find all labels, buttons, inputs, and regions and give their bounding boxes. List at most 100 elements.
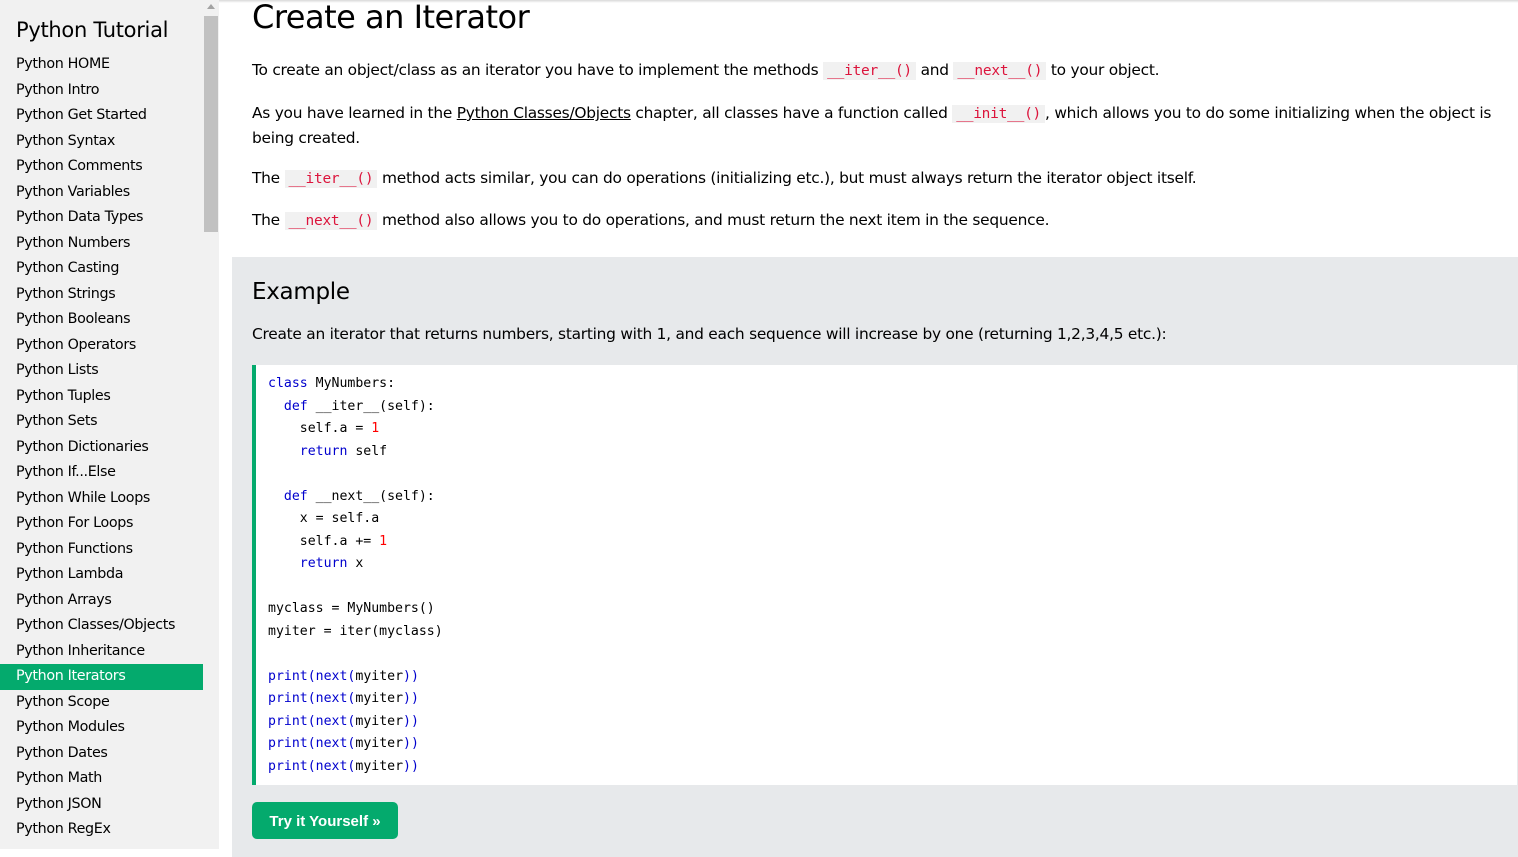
code-block: class MyNumbers: def __iter__(self): sel… <box>252 365 1517 785</box>
sidebar-item-modules[interactable]: Python Modules <box>0 715 203 741</box>
keyword: def <box>283 488 308 504</box>
keyword: next <box>315 758 348 774</box>
code-text: myiter <box>355 691 404 706</box>
code-line: myclass = MyNumbers() <box>268 598 443 621</box>
keyword: print <box>268 758 308 774</box>
paragraph-2: As you have learned in the Python Classe… <box>252 101 1512 150</box>
p2-text: As you have learned in the <box>252 104 457 122</box>
next-code: __next__() <box>284 212 378 230</box>
sidebar-item-tuples[interactable]: Python Tuples <box>0 384 203 410</box>
code-line: def __next__(self): <box>268 486 443 509</box>
sidebar-item-variables[interactable]: Python Variables <box>0 180 203 206</box>
sidebar-item-while-loops[interactable]: Python While Loops <box>0 486 203 512</box>
code-text: self.a += <box>299 533 380 549</box>
keyword: def <box>283 398 308 414</box>
p3-text-end: method acts similar, you can do operatio… <box>377 169 1197 187</box>
code-lines: class MyNumbers: def __iter__(self): sel… <box>268 373 443 778</box>
p4-text: The <box>252 211 285 229</box>
code-text: MyNumbers: <box>307 376 396 391</box>
code-line: def __iter__(self): <box>268 396 443 419</box>
try-it-yourself-button[interactable]: Try it Yourself » <box>252 802 398 839</box>
example-description: Create an iterator that returns numbers,… <box>252 325 1167 343</box>
sidebar-item-casting[interactable]: Python Casting <box>0 256 203 282</box>
p1-text: To create an object/class as an iterator… <box>252 61 824 79</box>
sidebar-nav: Python HOME Python Intro Python Get Star… <box>0 52 203 843</box>
keyword: print <box>268 668 308 684</box>
code-line: return self <box>268 441 443 464</box>
keyword: next <box>315 668 348 684</box>
keyword: next <box>315 736 348 751</box>
code-line: self.a += 1 <box>268 531 443 554</box>
code-text: myclass = MyNumbers() <box>268 601 435 616</box>
code-line: class MyNumbers: <box>268 373 443 396</box>
code-text: self.a = <box>299 421 372 436</box>
code-text: myiter <box>355 713 404 729</box>
sidebar-item-booleans[interactable]: Python Booleans <box>0 307 203 333</box>
example-heading: Example <box>252 279 350 305</box>
sidebar-item-strings[interactable]: Python Strings <box>0 282 203 308</box>
next-code: __next__() <box>953 62 1047 80</box>
sidebar-item-for-loops[interactable]: Python For Loops <box>0 511 203 537</box>
code-text: __next__(self): <box>307 488 435 504</box>
keyword: next <box>315 691 348 706</box>
keyword: return <box>299 556 348 571</box>
sidebar-item-dates[interactable]: Python Dates <box>0 741 203 767</box>
code-line: print(next(myiter)) <box>268 758 419 774</box>
main-content: Create an Iterator To create an object/c… <box>219 0 1518 857</box>
keyword: next <box>315 713 348 729</box>
sidebar-item-functions[interactable]: Python Functions <box>0 537 203 563</box>
sidebar-item-json[interactable]: Python JSON <box>0 792 203 818</box>
code-text: myiter <box>355 736 404 751</box>
p2-text-mid: chapter, all classes have a function cal… <box>630 104 953 122</box>
sidebar-item-regex[interactable]: Python RegEx <box>0 817 203 843</box>
sidebar-item-if-else[interactable]: Python If...Else <box>0 460 203 486</box>
sidebar-item-arrays[interactable]: Python Arrays <box>0 588 203 614</box>
scroll-up-arrow-icon[interactable] <box>207 4 215 9</box>
code-line: print(next(myiter)) <box>268 668 419 684</box>
code-line: self.a = 1 <box>268 418 443 441</box>
sidebar-item-sets[interactable]: Python Sets <box>0 409 203 435</box>
sidebar-item-home[interactable]: Python HOME <box>0 52 203 78</box>
number: 1 <box>371 421 380 436</box>
sidebar-item-lambda[interactable]: Python Lambda <box>0 562 203 588</box>
code-text: myiter <box>355 758 404 774</box>
p1-text-mid: and <box>915 61 954 79</box>
code-line: myiter = iter(myclass) <box>268 621 443 644</box>
keyword: print <box>268 713 308 729</box>
code-text: x = self.a <box>299 511 380 526</box>
classes-objects-link[interactable]: Python Classes/Objects <box>457 104 631 122</box>
sidebar-item-syntax[interactable]: Python Syntax <box>0 129 203 155</box>
sidebar-item-data-types[interactable]: Python Data Types <box>0 205 203 231</box>
code-text: __iter__(self): <box>307 398 435 414</box>
code-text: myiter <box>355 668 404 684</box>
keyword: class <box>268 376 308 391</box>
sidebar-item-comments[interactable]: Python Comments <box>0 154 203 180</box>
keyword: return <box>299 443 348 459</box>
sidebar-item-lists[interactable]: Python Lists <box>0 358 203 384</box>
iter-code: __iter__() <box>284 170 378 188</box>
scrollbar-thumb[interactable] <box>204 16 218 232</box>
paragraph-4: The __next__() method also allows you to… <box>252 208 1512 233</box>
sidebar-item-dictionaries[interactable]: Python Dictionaries <box>0 435 203 461</box>
code-text: myiter = iter(myclass) <box>268 623 443 639</box>
sidebar-item-numbers[interactable]: Python Numbers <box>0 231 203 257</box>
sidebar-item-operators[interactable]: Python Operators <box>0 333 203 359</box>
keyword: print <box>268 736 308 751</box>
sidebar-title: Python Tutorial <box>16 18 169 42</box>
sidebar-scrollbar[interactable] <box>203 0 219 849</box>
sidebar-item-iterators[interactable]: Python Iterators <box>0 664 203 690</box>
iter-code: __iter__() <box>823 62 916 80</box>
sidebar-item-scope[interactable]: Python Scope <box>0 690 203 716</box>
code-text: self <box>347 443 388 459</box>
code-line: return x <box>268 553 443 576</box>
sidebar-item-classes-objects[interactable]: Python Classes/Objects <box>0 613 203 639</box>
sidebar-item-intro[interactable]: Python Intro <box>0 78 203 104</box>
sidebar-item-inheritance[interactable]: Python Inheritance <box>0 639 203 665</box>
sidebar-item-math[interactable]: Python Math <box>0 766 203 792</box>
sidebar-item-get-started[interactable]: Python Get Started <box>0 103 203 129</box>
code-line: print(next(myiter)) <box>268 736 419 751</box>
keyword: print <box>268 691 308 706</box>
